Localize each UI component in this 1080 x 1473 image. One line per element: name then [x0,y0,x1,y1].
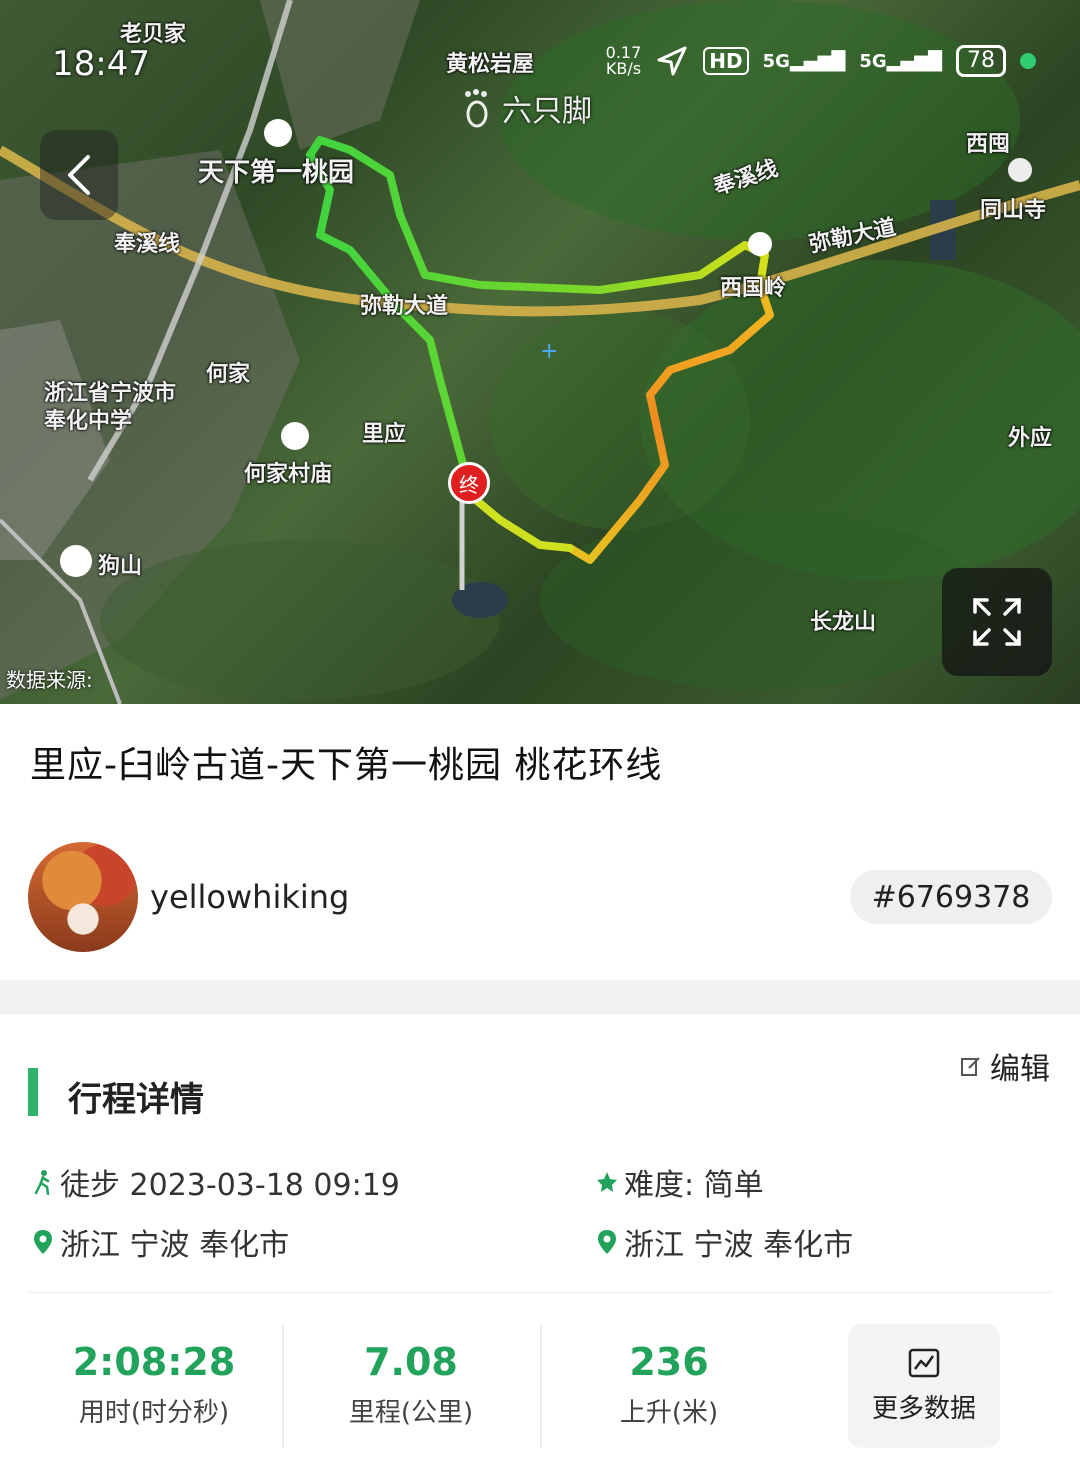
back-button[interactable] [40,130,118,220]
more-data-label: 更多数据 [871,1393,976,1424]
map-data-source: 数据来源: [6,668,93,692]
signal-sim1-icon: 5G▂▄▆█ [762,50,846,72]
net-speed-unit: KB/s [605,59,642,78]
map-label-xidun: 西囤 [966,132,1011,157]
map-label-hejia-temple: 何家村庙 [244,462,333,487]
chart-icon [908,1348,940,1377]
status-time: 18:47 [52,44,150,84]
map-label-liying: 里应 [362,422,407,447]
edit-icon [961,1057,980,1076]
stat-ascent: 236 上升(米) [541,1340,797,1429]
activity-info: 徒步 2023-03-18 09:19 [32,1160,400,1204]
map-label-tongshansi: 同山寺 [980,198,1047,223]
section-divider [0,980,1080,1014]
map-label-hejia: 何家 [206,362,251,387]
stat-duration-value: 2:08:28 [72,1340,236,1384]
end-location-info: 浙江 宁波 奉化市 [596,1220,853,1264]
difficulty-icon [596,1171,618,1193]
difficulty-text: 难度: 简单 [624,1168,764,1203]
difficulty-info: 难度: 简单 [596,1160,764,1204]
sim1-label: 5G [762,50,790,72]
footprint-icon [465,89,488,128]
map-label-mile-road-left: 弥勒大道 [360,294,449,319]
edit-label: 编辑 [990,1052,1050,1087]
battery-icon: 78 [956,45,1006,77]
watermark-text: 六只脚 [502,94,592,129]
map-label-waiying: 外应 [1008,426,1053,451]
edit-button[interactable]: 编辑 [960,1044,1050,1088]
app-watermark: 六只脚 [460,86,592,130]
start-location-info: 浙江 宁波 奉化市 [32,1220,289,1264]
sim2-label: 5G [859,50,887,72]
more-data-button[interactable]: 更多数据 [848,1324,1000,1448]
stat-distance-value: 7.08 [364,1340,458,1384]
activity-text: 徒步 2023-03-18 09:19 [60,1168,400,1203]
section-accent-bar [28,1068,38,1116]
map-label-xiqiuling: 西国岭 [720,276,787,301]
status-bar-icons: 0.17 KB/s HD 5G▂▄▆█ 5G▂▄▆█ 78 [606,44,1036,78]
map-label-changlongshan: 长龙山 [810,610,877,635]
username[interactable]: yellowhiking [150,878,349,916]
map-label-fengxi-line-left: 奉溪线 [114,232,181,257]
stat-distance: 7.08 里程(公里) [283,1340,539,1429]
end-location-text: 浙江 宁波 奉化市 [624,1228,854,1263]
map-label-school: 浙江省宁波市奉化中学 [44,381,177,434]
stat-duration: 2:08:28 用时(时分秒) [26,1340,282,1429]
stat-duration-label: 用时(时分秒) [78,1398,230,1428]
stat-ascent-label: 上升(米) [619,1398,719,1428]
start-pin-icon [32,1230,54,1254]
net-speed: 0.17 KB/s [606,45,642,77]
location-arrow-icon [657,46,687,76]
end-marker[interactable]: 终 [448,462,490,504]
svg-text:+: + [540,339,558,364]
stat-distance-label: 里程(公里) [348,1398,474,1428]
hiker-icon [32,1170,54,1195]
end-pin-icon [596,1230,618,1254]
signal-sim2-icon: 5G▂▄▆█ [859,50,942,72]
map-label-goushan: 狗山 [98,554,143,579]
hd-icon: HD [703,47,749,75]
route-title: 里应-臼岭古道-天下第一桃园 桃花环线 [30,745,663,786]
section-title: 行程详情 [68,1080,204,1120]
fullscreen-button[interactable] [942,568,1052,676]
map-label-tianxia-taoyuan: 天下第一桃园 [198,158,355,188]
avatar[interactable] [28,842,138,952]
stat-ascent-value: 236 [629,1340,709,1384]
chevron-left-icon [68,155,90,195]
track-id-badge[interactable]: #6769378 [850,870,1052,924]
indicator-dot-icon [1020,53,1036,69]
stats-divider [28,1292,1052,1293]
route-map[interactable]: + 老贝家 黄松岩屋 西囤 同山寺 天下第一桃园 奉溪线 奉溪线 弥勒大道 弥勒… [0,0,1080,704]
map-label-huangsongyanwu: 黄松岩屋 [446,52,535,77]
start-location-text: 浙江 宁波 奉化市 [60,1228,290,1263]
expand-icon [973,598,1021,646]
